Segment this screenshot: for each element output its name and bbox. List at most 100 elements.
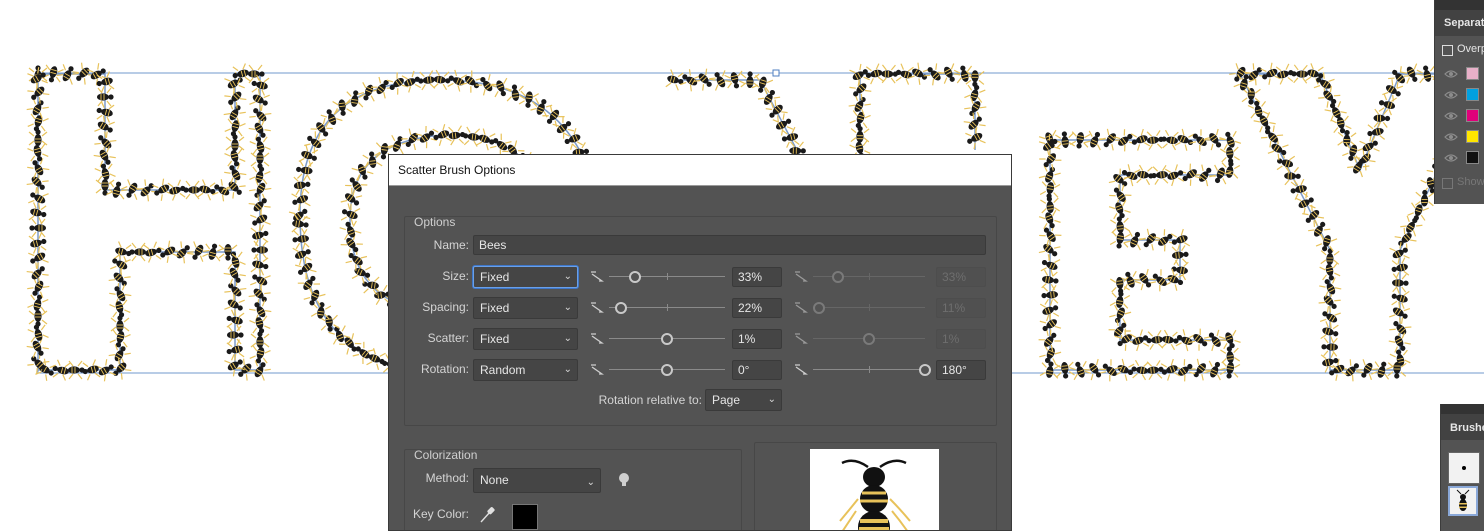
scatter-mode-select[interactable]: Fixed ⌄ — [473, 328, 578, 350]
scatter-min-input[interactable]: 1% — [732, 329, 782, 349]
size-max-slider — [813, 270, 925, 284]
method-label: Method: — [425, 471, 469, 485]
bee-mark — [129, 242, 146, 262]
bee-mark — [1319, 262, 1341, 281]
scatter-max-input: 1% — [936, 329, 986, 349]
eye-icon[interactable] — [1444, 69, 1458, 79]
chevron-down-icon: ⌄ — [563, 364, 572, 375]
spacing-min-slider-knob[interactable] — [614, 302, 627, 314]
bee-mark — [28, 310, 48, 327]
variation-max-icon — [795, 364, 808, 375]
rotation-max-slider-knob[interactable] — [919, 364, 931, 376]
bee-mark — [357, 82, 380, 102]
key-color-label: Key Color: — [412, 507, 469, 521]
chevron-down-icon: ⌄ — [563, 302, 572, 313]
scatter-label: Scatter: — [427, 331, 469, 345]
spacing-min-slider[interactable] — [609, 301, 725, 315]
bee-mark — [1136, 164, 1154, 186]
spacing-label: Spacing: — [422, 300, 469, 314]
scatter-min-slider[interactable] — [609, 332, 725, 346]
separation-swatch — [1466, 88, 1479, 101]
bee-mark — [563, 128, 583, 150]
separation-swatch — [1466, 130, 1479, 143]
rotation-max-slider[interactable] — [813, 363, 931, 377]
rotation-relative-select[interactable]: Page ⌄ — [705, 389, 782, 411]
size-max-slider-knob — [831, 271, 844, 283]
bee-mark — [881, 64, 898, 84]
size-min-slider[interactable] — [609, 270, 725, 284]
chevron-down-icon: ⌄ — [563, 333, 572, 344]
size-min-input[interactable]: 33% — [732, 267, 782, 287]
eyedropper-icon[interactable] — [479, 506, 495, 524]
eye-icon[interactable] — [1444, 153, 1458, 163]
bee-mark — [296, 160, 314, 181]
overprint-checkbox[interactable] — [1442, 45, 1453, 56]
bee-mark — [1039, 181, 1061, 199]
bee-mark — [895, 63, 914, 85]
scatter-mode-value: Fixed — [480, 332, 510, 346]
show-used-label: Show — [1457, 176, 1484, 188]
eye-icon[interactable] — [1444, 111, 1458, 121]
bee-mark — [95, 179, 115, 196]
options-group-title: Options — [414, 215, 456, 229]
bee-mark — [28, 129, 48, 146]
bee-mark — [197, 179, 216, 201]
letter-path[interactable] — [37, 73, 261, 371]
bee-mark — [250, 331, 270, 348]
bee-mark — [1110, 216, 1131, 234]
bee-mark — [665, 69, 684, 91]
dot-brush-icon — [1462, 466, 1466, 470]
eye-icon[interactable] — [1444, 90, 1458, 100]
bee-mark — [249, 136, 271, 155]
size-min-slider-knob[interactable] — [628, 271, 641, 283]
tips-lightbulb-icon[interactable] — [618, 472, 630, 488]
bee-mark — [27, 294, 49, 313]
bee-mark — [1146, 360, 1164, 381]
brush-name-input[interactable]: Bees — [473, 235, 986, 255]
variation-max-icon — [795, 271, 808, 282]
show-used-checkbox[interactable] — [1442, 178, 1453, 189]
scatter-min-slider-knob[interactable] — [661, 333, 673, 345]
panel-dock-bar — [1435, 0, 1484, 10]
rotation-max-input[interactable]: 180° — [936, 360, 986, 380]
bee-mark — [250, 152, 270, 169]
bee-mark — [249, 166, 271, 185]
selection-handle[interactable] — [772, 69, 780, 77]
size-mode-select[interactable]: Fixed ⌄ — [473, 266, 578, 288]
rotation-relative-label: Rotation relative to: — [598, 393, 702, 407]
bee-mark — [68, 360, 85, 380]
brush-swatch-bees[interactable] — [1448, 486, 1478, 516]
rotation-min-slider[interactable] — [609, 363, 725, 377]
bee-mark — [292, 243, 312, 266]
spacing-min-input[interactable]: 22% — [732, 298, 782, 318]
bee-mark — [224, 118, 246, 137]
overprint-label: Overp — [1457, 43, 1484, 55]
eye-icon[interactable] — [1444, 132, 1458, 142]
rotation-min-input[interactable]: 0° — [732, 360, 782, 380]
key-color-swatch[interactable] — [512, 504, 538, 530]
variation-max-icon — [795, 333, 808, 344]
bee-mark — [298, 144, 319, 167]
rotation-min-slider-knob[interactable] — [661, 364, 673, 376]
bee-mark — [225, 134, 245, 151]
dialog-title: Scatter Brush Options — [398, 163, 516, 177]
colorization-group-title: Colorization — [414, 448, 478, 462]
separation-swatch — [1466, 151, 1479, 164]
variation-min-icon — [591, 333, 604, 344]
bee-mark — [1260, 125, 1284, 148]
size-mode-value: Fixed — [480, 270, 510, 284]
bee-mark — [304, 131, 326, 154]
chevron-down-icon: ⌄ — [586, 477, 595, 488]
rotation-mode-select[interactable]: Random ⌄ — [473, 359, 578, 381]
brush-swatch-basic[interactable] — [1448, 452, 1480, 484]
bee-mark — [850, 126, 870, 143]
spacing-mode-select[interactable]: Fixed ⌄ — [473, 297, 578, 319]
rotation-mode-value: Random — [480, 363, 526, 377]
dialog-titlebar[interactable]: Scatter Brush Options — [389, 155, 1011, 186]
bee-mark — [1131, 359, 1149, 381]
bee-mark — [865, 63, 884, 85]
variation-min-icon — [591, 302, 604, 313]
scatter-max-slider-knob — [863, 333, 875, 345]
bee-mark — [352, 341, 375, 365]
method-select[interactable]: None ⌄ — [473, 468, 601, 493]
